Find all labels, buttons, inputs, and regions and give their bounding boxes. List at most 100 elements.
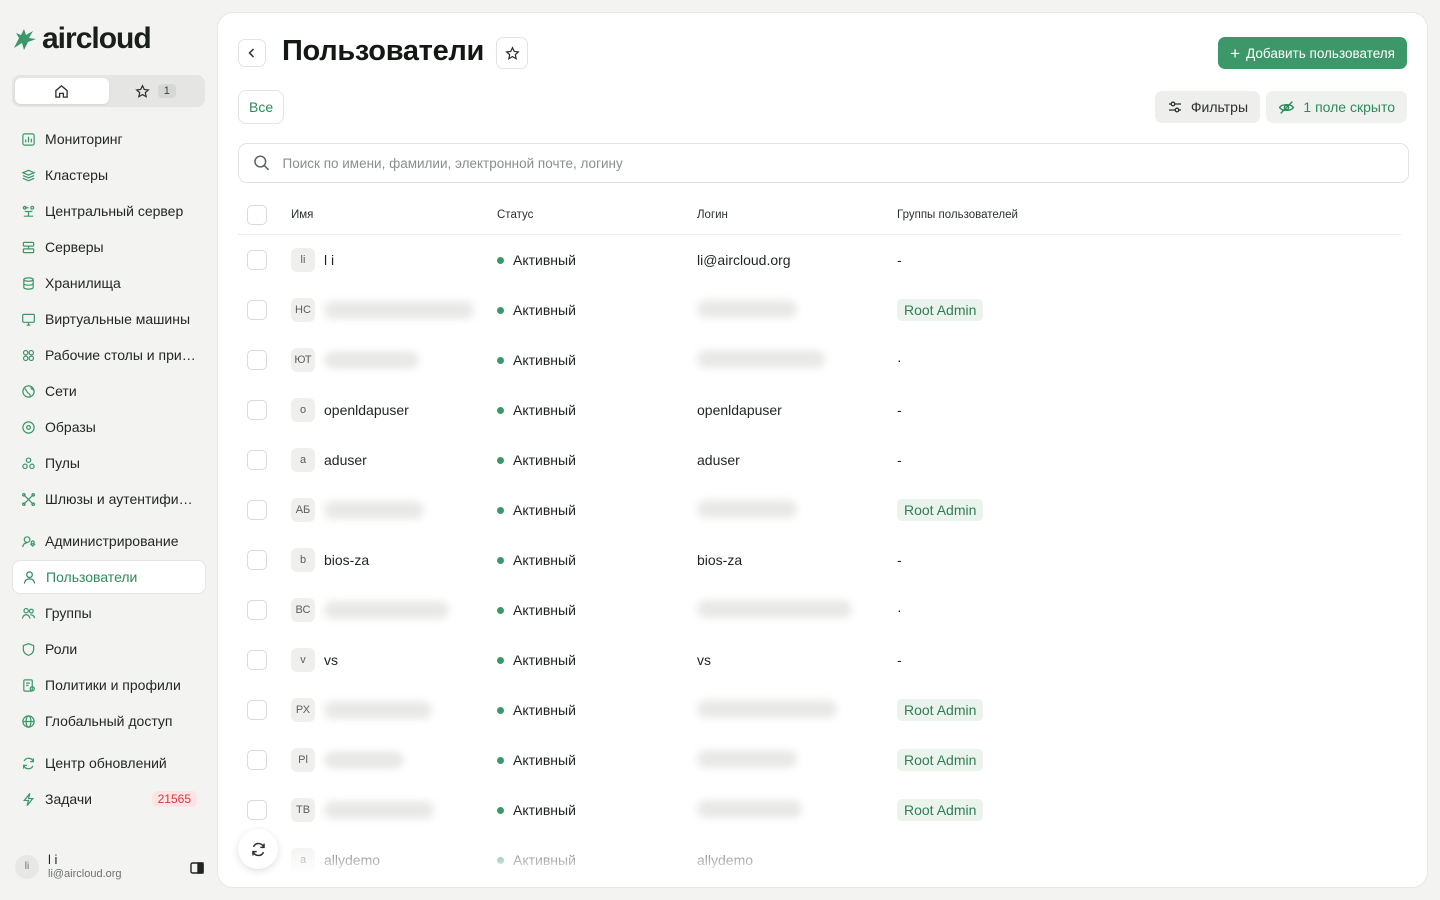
row-checkbox[interactable] bbox=[247, 450, 267, 470]
sidebar-item-admin[interactable]: Администрирование bbox=[12, 524, 206, 558]
table-row[interactable]: Pl Активный Root Admin bbox=[238, 735, 1401, 785]
sidebar-item-network[interactable]: Сети bbox=[12, 374, 206, 408]
sidebar-item-desktops[interactable]: Рабочие столы и прил... bbox=[12, 338, 206, 372]
row-checkbox[interactable] bbox=[247, 750, 267, 770]
pegasus-logo-icon bbox=[14, 29, 36, 50]
admin-icon bbox=[22, 535, 36, 547]
table-row[interactable]: НС Активный Root Admin bbox=[238, 285, 1401, 335]
table-row[interactable]: b bios-za Активный bios-za - bbox=[238, 535, 1401, 585]
table-row[interactable]: ВС Активный · bbox=[238, 585, 1401, 635]
sidebar-item-database[interactable]: Хранилища bbox=[12, 266, 206, 300]
favorites-tab[interactable]: 1 bbox=[109, 78, 203, 104]
sidebar-item-label: Центр обновлений bbox=[45, 755, 167, 771]
tab-all[interactable]: Все bbox=[238, 90, 285, 124]
database-icon bbox=[23, 276, 34, 290]
status-badge: Активный bbox=[513, 352, 576, 368]
table-row[interactable]: АБ Активный Root Admin bbox=[238, 485, 1401, 535]
user-initials: v bbox=[291, 648, 315, 672]
home-tab[interactable] bbox=[15, 78, 109, 104]
table-row[interactable]: ЮТ Активный · bbox=[238, 335, 1401, 385]
header-status[interactable]: Статус bbox=[497, 209, 697, 221]
select-all-checkbox[interactable] bbox=[247, 204, 267, 225]
back-button[interactable] bbox=[238, 39, 266, 67]
redacted-login bbox=[697, 599, 852, 618]
row-checkbox[interactable] bbox=[247, 600, 267, 620]
group-tag[interactable]: Root Admin bbox=[897, 299, 984, 321]
sidebar-item-central-server[interactable]: Центральный сервер bbox=[12, 194, 206, 228]
status-dot bbox=[497, 256, 504, 264]
table-row[interactable]: v vs Активный vs - bbox=[238, 635, 1401, 685]
sidebar-item-label: Роли bbox=[45, 641, 78, 657]
user-initials: a bbox=[291, 448, 315, 472]
row-checkbox[interactable] bbox=[247, 350, 267, 370]
sidebar-toggle-icon[interactable] bbox=[189, 860, 205, 881]
table-row[interactable]: a allydemo Активный allydemo bbox=[238, 835, 1401, 885]
favorite-button[interactable] bbox=[496, 37, 528, 69]
users-table: Имя Статус Логин Группы пользователей li… bbox=[238, 195, 1401, 885]
row-checkbox[interactable] bbox=[247, 650, 267, 670]
user-initials: ЮТ bbox=[291, 348, 315, 372]
table-row[interactable]: РХ Активный Root Admin bbox=[238, 685, 1401, 735]
sidebar-item-gateway[interactable]: Шлюзы и аутентифика... bbox=[12, 482, 206, 516]
sidebar-item-refresh[interactable]: Центр обновлений bbox=[12, 746, 206, 780]
sidebar-item-label: Политики и профили bbox=[45, 677, 181, 693]
sidebar-item-label: Образы bbox=[45, 419, 96, 435]
hidden-fields-button[interactable]: 1 поле скрыто bbox=[1266, 91, 1407, 123]
row-checkbox[interactable] bbox=[247, 500, 267, 520]
row-checkbox[interactable] bbox=[247, 300, 267, 320]
redacted-login bbox=[697, 299, 797, 318]
sidebar-item-label: Пользователи bbox=[46, 569, 138, 585]
status-badge: Активный bbox=[513, 402, 576, 418]
sidebar-item-monitoring[interactable]: Мониторинг bbox=[12, 122, 206, 156]
row-checkbox[interactable] bbox=[247, 700, 267, 720]
server-icon bbox=[22, 241, 35, 253]
sidebar-item-globe[interactable]: Глобальный доступ bbox=[12, 704, 206, 738]
policy-icon bbox=[23, 678, 35, 692]
sidebar-item-disc[interactable]: Образы bbox=[12, 410, 206, 444]
refresh-button[interactable] bbox=[238, 829, 278, 869]
sidebar-item-cluster[interactable]: Кластеры bbox=[12, 158, 206, 192]
row-checkbox[interactable] bbox=[247, 800, 267, 820]
search-input[interactable] bbox=[282, 155, 1394, 171]
login-cell: bios-za bbox=[697, 552, 743, 568]
table-row[interactable]: ТВ Активный Root Admin bbox=[238, 785, 1401, 835]
sidebar-item-monitor[interactable]: Виртуальные машины bbox=[12, 302, 206, 336]
group-icon bbox=[21, 607, 36, 619]
sidebar-item-server[interactable]: Серверы bbox=[12, 230, 206, 264]
status-dot bbox=[497, 456, 504, 464]
table-row[interactable]: a aduser Активный aduser - bbox=[238, 435, 1401, 485]
table-row[interactable]: o openldapuser Активный openldapuser - bbox=[238, 385, 1401, 435]
redacted-name bbox=[324, 601, 449, 619]
sidebar-item-label: Виртуальные машины bbox=[45, 311, 191, 327]
sidebar-item-pool[interactable]: Пулы bbox=[12, 446, 206, 480]
group-tag[interactable]: Root Admin bbox=[897, 799, 984, 821]
disc-icon bbox=[22, 420, 35, 434]
user-initials: АБ bbox=[291, 498, 315, 522]
header-groups[interactable]: Группы пользователей bbox=[897, 209, 1401, 221]
row-checkbox[interactable] bbox=[247, 400, 267, 420]
sidebar-item-shield[interactable]: Роли bbox=[12, 632, 206, 666]
sidebar-item-group[interactable]: Группы bbox=[12, 596, 206, 630]
sidebar-item-user[interactable]: Пользователи bbox=[12, 560, 206, 594]
filters-button[interactable]: Фильтры bbox=[1154, 91, 1260, 123]
status-badge: Активный bbox=[513, 602, 576, 618]
header-login[interactable]: Логин bbox=[697, 209, 897, 221]
sidebar-nav: Мониторинг Кластеры Центральный сервер Серв… bbox=[12, 122, 206, 818]
row-checkbox[interactable] bbox=[247, 250, 267, 270]
group-tag[interactable]: Root Admin bbox=[897, 749, 984, 771]
row-checkbox[interactable] bbox=[247, 550, 267, 570]
current-user[interactable]: li l i li@aircloud.org bbox=[15, 852, 205, 881]
user-initials: a bbox=[291, 848, 315, 872]
sidebar-item-policy[interactable]: Политики и профили bbox=[12, 668, 206, 702]
brand-logo[interactable]: aircloud bbox=[10, 22, 152, 56]
sidebar-item-label: Кластеры bbox=[45, 167, 108, 183]
group-tag[interactable]: Root Admin bbox=[897, 499, 984, 521]
table-row[interactable]: li l i Активный li@aircloud.org - bbox=[238, 235, 1401, 285]
group-tag[interactable]: Root Admin bbox=[897, 699, 984, 721]
redacted-name bbox=[324, 301, 474, 319]
refresh-icon bbox=[251, 842, 265, 856]
add-user-button[interactable]: + Добавить пользователя bbox=[1218, 37, 1407, 69]
sidebar-item-bolt[interactable]: Задачи 21565 bbox=[12, 782, 206, 816]
favorites-count: 1 bbox=[157, 84, 176, 98]
header-name[interactable]: Имя bbox=[291, 209, 497, 221]
